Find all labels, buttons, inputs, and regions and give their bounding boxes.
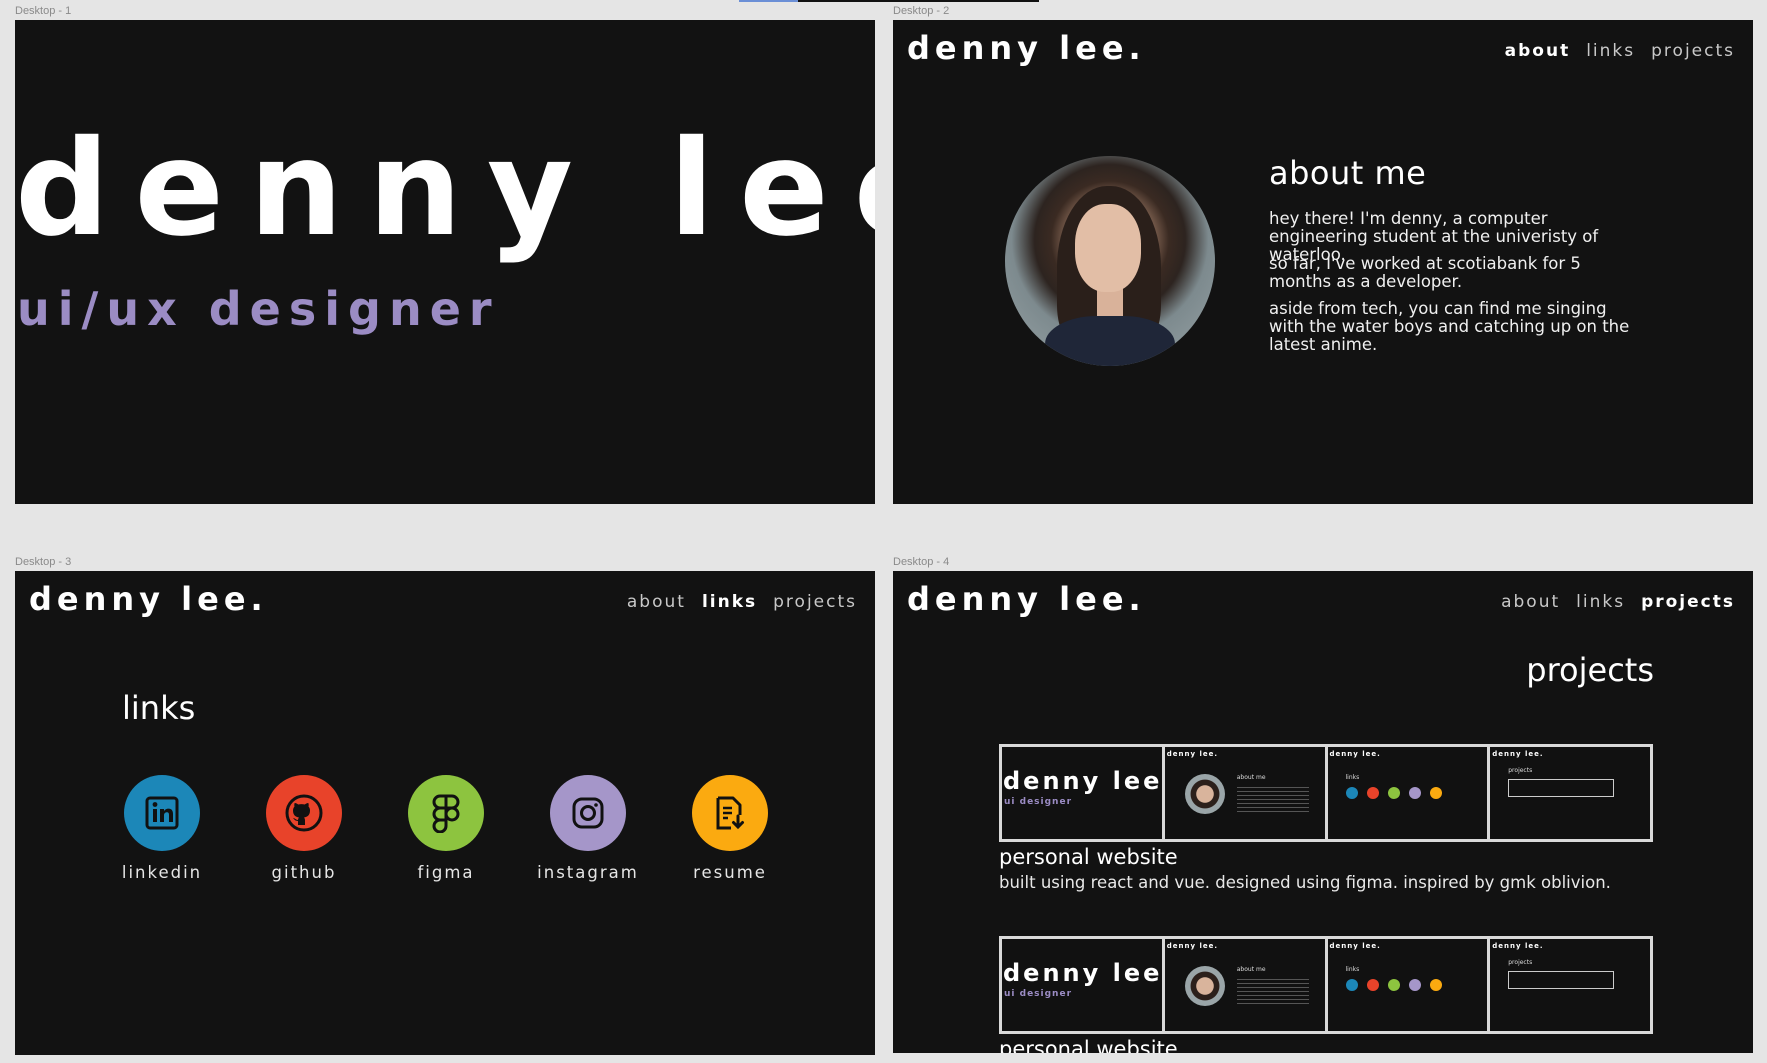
thumb-projects-head: projects (1508, 959, 1533, 966)
about-paragraph: aside from tech, you can find me singing… (1269, 299, 1630, 354)
thumb-links-head: links (1345, 774, 1360, 781)
link-label: figma (417, 863, 475, 882)
nav-projects[interactable]: projects (1641, 592, 1735, 612)
thumb-projects: denny lee. projects (1490, 939, 1650, 1031)
resume-icon (716, 796, 744, 830)
brand-logo[interactable]: denny lee. (29, 580, 268, 618)
link-label: linkedin (121, 863, 203, 882)
project-thumbnail[interactable]: denny lee. ui designer denny lee. about … (999, 744, 1653, 842)
desktop-frame-3[interactable]: denny lee. about links projects links li… (15, 571, 875, 1055)
canvas-top-indicator (739, 0, 1039, 2)
thumb-text-lines (1236, 976, 1309, 1006)
link-github[interactable]: github (249, 775, 359, 882)
nav-projects[interactable]: projects (1651, 41, 1735, 61)
nav-links[interactable]: links (1576, 592, 1625, 612)
brand-logo[interactable]: denny lee. (907, 29, 1146, 67)
profile-photo (1005, 156, 1215, 366)
link-resume[interactable]: resume (675, 775, 785, 882)
linkedin-icon (145, 796, 179, 830)
link-resume-circle[interactable] (692, 775, 768, 851)
desktop-frame-1[interactable]: denny lee. ui/ux designer (15, 20, 875, 504)
project-name[interactable]: personal website (999, 845, 1178, 869)
instagram-icon (572, 797, 604, 829)
thumb-link-dots (1345, 979, 1442, 991)
desktop-frame-4[interactable]: denny lee. about links projects projects… (893, 571, 1753, 1053)
thumb-about-head: about me (1236, 774, 1266, 781)
project-description: built using react and vue. designed usin… (999, 873, 1611, 892)
nav-about[interactable]: about (1505, 41, 1571, 61)
thumb-about: denny lee. about me (1164, 747, 1325, 839)
about-title: about me (1269, 154, 1427, 192)
thumb-text-lines (1236, 784, 1309, 814)
link-label: resume (693, 863, 767, 882)
thumb-hero: denny lee. ui designer (1002, 939, 1162, 1031)
desktop-frame-2[interactable]: denny lee. about links projects about me… (893, 20, 1753, 504)
nav-about[interactable]: about (627, 592, 686, 612)
link-github-circle[interactable] (266, 775, 342, 851)
figma-icon (432, 794, 460, 833)
nav-links[interactable]: links (1586, 41, 1635, 61)
link-label: github (271, 863, 337, 882)
link-linkedin[interactable]: linkedin (107, 775, 217, 882)
thumb-project-box (1508, 971, 1615, 989)
thumb-role: ui designer (1004, 797, 1073, 807)
thumb-brand-small: denny lee. (1166, 942, 1219, 950)
brand-logo[interactable]: denny lee. (907, 580, 1146, 618)
top-nav: about links projects (1505, 41, 1735, 61)
thumb-photo (1184, 966, 1225, 1006)
frame-label-3[interactable]: Desktop - 3 (15, 556, 71, 568)
thumb-brand-small: denny lee. (1329, 750, 1381, 758)
hero-role: ui/ux designer (17, 282, 500, 336)
canvas-top-indicator-active (739, 0, 798, 2)
project-name[interactable]: personal website (999, 1037, 1178, 1053)
link-instagram-circle[interactable] (550, 775, 626, 851)
frame-label-2[interactable]: Desktop - 2 (893, 5, 949, 17)
thumb-brand-small: denny lee. (1492, 750, 1544, 758)
thumb-links-head: links (1345, 966, 1360, 973)
thumb-brand-small: denny lee. (1329, 942, 1381, 950)
thumb-links: denny lee. links (1327, 747, 1488, 839)
link-label: instagram (537, 863, 639, 882)
thumb-brand: denny lee. (1003, 767, 1162, 795)
thumb-projects: denny lee. projects (1490, 747, 1650, 839)
links-title: links (122, 689, 196, 727)
project-thumbnail[interactable]: denny lee. ui designer denny lee. about … (999, 936, 1653, 1034)
nav-links[interactable]: links (702, 592, 757, 612)
frame-label-1[interactable]: Desktop - 1 (15, 5, 71, 17)
projects-title: projects (1526, 651, 1654, 689)
thumb-link-dots (1345, 787, 1442, 799)
thumb-role: ui designer (1004, 989, 1073, 999)
thumb-brand: denny lee. (1003, 959, 1162, 987)
link-instagram[interactable]: instagram (533, 775, 643, 882)
frame-label-4[interactable]: Desktop - 4 (893, 556, 949, 568)
top-nav: about links projects (627, 592, 857, 612)
thumb-projects-head: projects (1508, 767, 1533, 774)
about-paragraph: so far, I've worked at scotiabank for 5 … (1269, 254, 1581, 291)
photo-shirt (1045, 316, 1175, 366)
thumb-photo (1184, 774, 1225, 814)
thumb-about-head: about me (1236, 966, 1266, 973)
thumb-hero: denny lee. ui designer (1002, 747, 1162, 839)
thumb-brand-small: denny lee. (1492, 942, 1544, 950)
thumb-about: denny lee. about me (1164, 939, 1325, 1031)
thumb-links: denny lee. links (1327, 939, 1488, 1031)
nav-projects[interactable]: projects (773, 592, 857, 612)
link-figma-circle[interactable] (408, 775, 484, 851)
github-icon (285, 794, 323, 832)
link-figma[interactable]: figma (391, 775, 501, 882)
hero-name: denny lee. (15, 112, 875, 266)
thumb-brand-small: denny lee. (1166, 750, 1219, 758)
top-nav: about links projects (1501, 592, 1735, 612)
photo-face (1075, 204, 1141, 292)
thumb-project-box (1508, 779, 1615, 797)
link-linkedin-circle[interactable] (124, 775, 200, 851)
nav-about[interactable]: about (1501, 592, 1560, 612)
